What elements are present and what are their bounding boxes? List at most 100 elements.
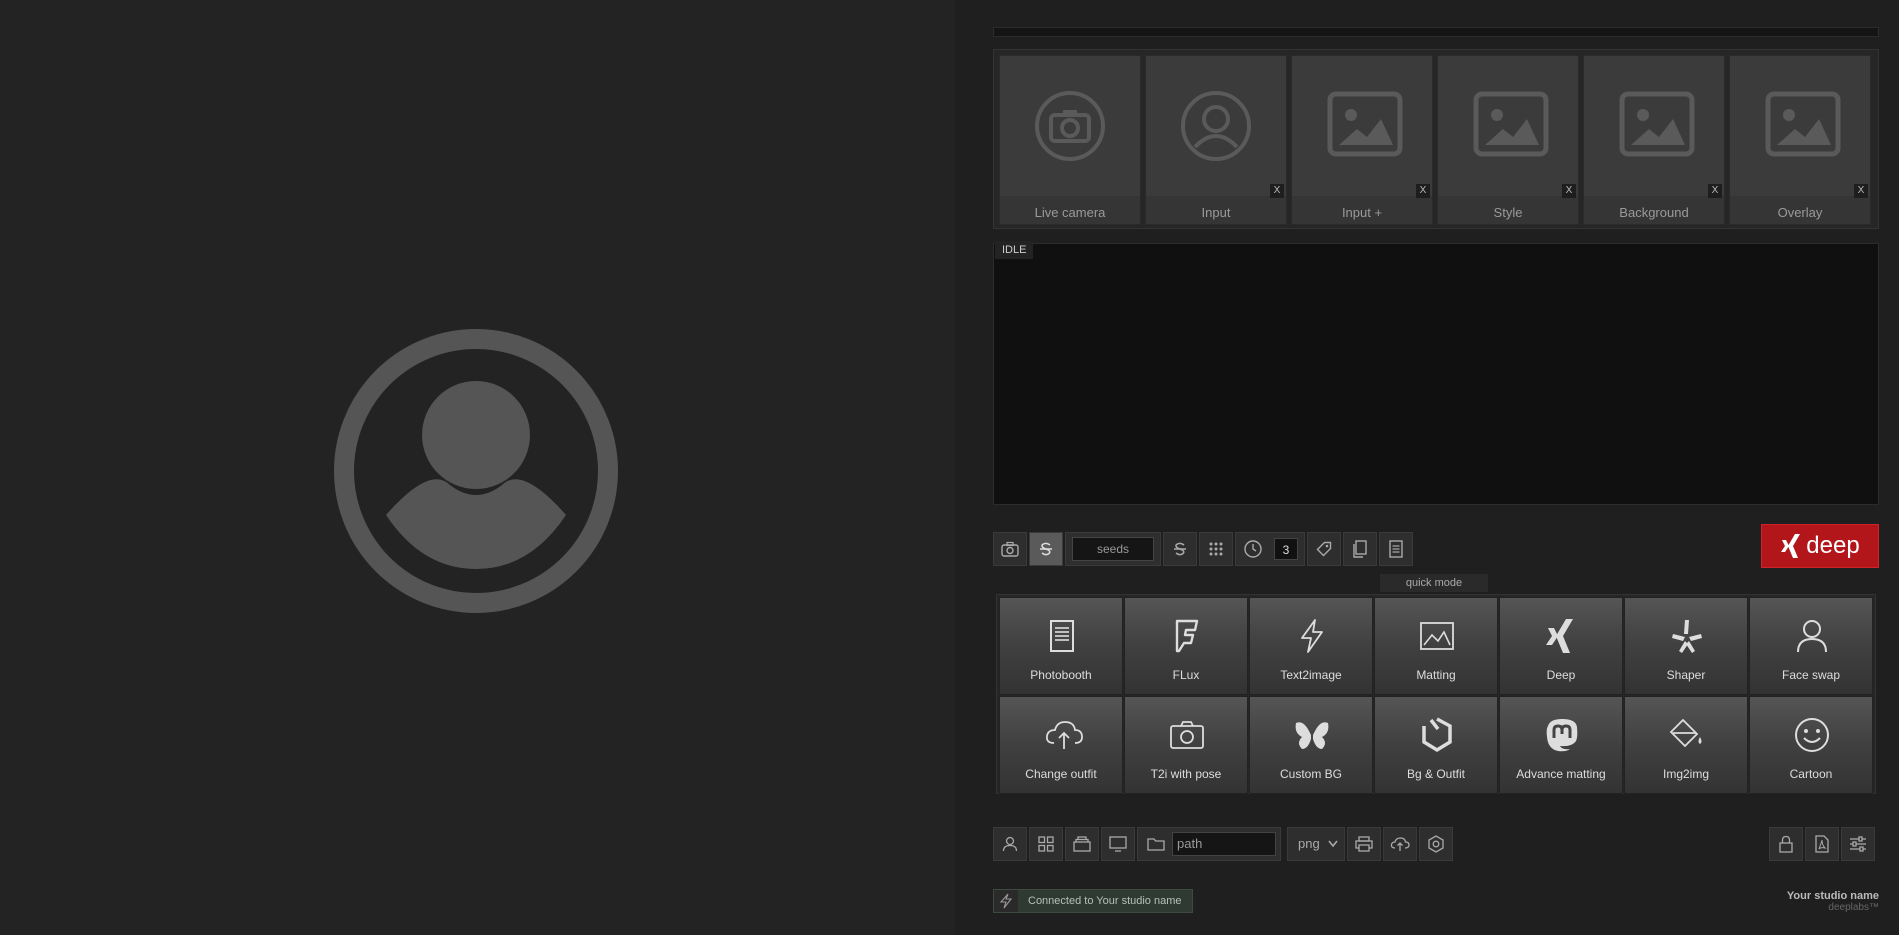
source-input-plus[interactable]: X Input + <box>1291 55 1433 225</box>
cloud-upload-button[interactable] <box>1383 827 1417 861</box>
mode-label: Matting <box>1416 668 1456 682</box>
mode-matting[interactable]: Matting <box>1374 597 1498 695</box>
mode-label: Deep <box>1546 668 1576 682</box>
source-strip: Live camera X Input X Input + X Style X … <box>993 49 1879 229</box>
lock-button[interactable] <box>1769 827 1803 861</box>
status-badge: IDLE <box>995 241 1034 259</box>
xing-icon <box>1546 619 1573 653</box>
pdf-icon <box>1815 835 1829 853</box>
remove-source-button[interactable]: X <box>1708 184 1722 198</box>
source-label: Input <box>1201 205 1231 220</box>
notes-button[interactable] <box>1379 532 1413 566</box>
mode-grid: Photobooth FLux Text2image Matting Deep … <box>996 594 1876 794</box>
foursquare-icon <box>1175 619 1199 653</box>
mode-photobooth[interactable]: Photobooth <box>999 597 1123 695</box>
xing-icon <box>1781 534 1801 558</box>
gallery-button[interactable] <box>1029 827 1063 861</box>
pdf-button[interactable] <box>1805 827 1839 861</box>
remove-source-button[interactable]: X <box>1854 184 1868 198</box>
mode-bg-and-outfit[interactable]: Bg & Outfit <box>1374 696 1498 794</box>
lightning-icon <box>1301 619 1323 653</box>
grid-button[interactable] <box>1199 532 1233 566</box>
mode-text2image[interactable]: Text2image <box>1249 597 1373 695</box>
cloud-upload-icon <box>1045 721 1083 749</box>
remove-source-button[interactable]: X <box>1270 184 1284 198</box>
source-overlay[interactable]: X Overlay <box>1729 55 1871 225</box>
chevron-down-icon <box>1328 840 1338 848</box>
print-button[interactable] <box>1347 827 1381 861</box>
mode-label: Text2image <box>1280 668 1342 682</box>
mode-advance-matting[interactable]: Advance matting <box>1499 696 1623 794</box>
hexagon-logo-icon <box>1422 717 1452 753</box>
image-icon <box>1327 91 1403 157</box>
person-icon <box>1797 620 1827 653</box>
mode-label: Advance matting <box>1516 767 1606 781</box>
strikethrough-s-icon <box>1040 542 1052 556</box>
hexagon-settings-icon <box>1428 835 1444 853</box>
tag-button[interactable] <box>1307 532 1341 566</box>
mode-cartoon[interactable]: Cartoon <box>1749 696 1873 794</box>
deep-button-label: deep <box>1806 532 1860 559</box>
mode-flux[interactable]: FLux <box>1124 597 1248 695</box>
image-icon <box>1765 91 1841 157</box>
mode-label: Change outfit <box>1025 767 1097 781</box>
mode-shaper[interactable]: Shaper <box>1624 597 1748 695</box>
layers-button[interactable] <box>1065 827 1099 861</box>
mode-label: Custom BG <box>1279 767 1342 781</box>
format-value: png <box>1298 836 1320 851</box>
cloud-upload-icon <box>1390 837 1410 851</box>
source-style[interactable]: X Style <box>1437 55 1579 225</box>
remove-source-button[interactable]: X <box>1562 184 1576 198</box>
brand-name: deeplabs™ <box>1828 902 1879 913</box>
lock-icon <box>1779 835 1793 853</box>
seeds-field-wrap: seeds <box>1065 532 1161 566</box>
source-label: Background <box>1619 205 1689 220</box>
document-icon <box>1389 540 1403 558</box>
grid-icon <box>1038 836 1054 852</box>
source-background[interactable]: X Background <box>1583 55 1725 225</box>
output-preview <box>993 243 1879 505</box>
yelp-icon <box>1672 620 1702 653</box>
top-progress-bar <box>993 27 1879 37</box>
source-label: Style <box>1493 205 1523 220</box>
path-input[interactable]: path <box>1172 832 1276 856</box>
remove-source-button[interactable]: X <box>1416 184 1430 198</box>
timer-count-input[interactable]: 3 <box>1274 538 1298 560</box>
mode-label: T2i with pose <box>1150 767 1222 781</box>
printer-icon <box>1355 836 1373 852</box>
copy-button[interactable] <box>1343 532 1377 566</box>
mode-change-outfit[interactable]: Change outfit <box>999 696 1123 794</box>
seeds-input[interactable]: seeds <box>1072 537 1154 561</box>
deep-generate-button[interactable]: deep <box>1761 524 1879 568</box>
source-label: Live camera <box>1034 205 1106 220</box>
quick-mode-label: quick mode <box>1380 574 1488 592</box>
mastodon-icon <box>1546 719 1578 752</box>
studio-info: Your studio name deeplabs™ <box>1787 890 1879 913</box>
clear-seeds-button[interactable] <box>1163 532 1197 566</box>
settings-hex-button[interactable] <box>1419 827 1453 861</box>
display-button[interactable] <box>1101 827 1135 861</box>
paint-bucket-icon <box>1669 718 1702 748</box>
image-frame-icon <box>1420 622 1454 650</box>
seed-lock-toggle[interactable] <box>1029 532 1063 566</box>
user-circle-icon <box>1181 91 1251 161</box>
image-icon <box>1473 91 1549 157</box>
sliders-button[interactable] <box>1841 827 1875 861</box>
folder-icon[interactable] <box>1147 836 1165 852</box>
user-button[interactable] <box>993 827 1027 861</box>
snapshot-button[interactable] <box>993 532 1027 566</box>
mode-t2i-with-pose[interactable]: T2i with pose <box>1124 696 1248 794</box>
format-select[interactable]: png <box>1287 827 1345 861</box>
mode-face-swap[interactable]: Face swap <box>1749 597 1873 695</box>
timer-control: 3 <box>1235 532 1305 566</box>
source-input[interactable]: X Input <box>1145 55 1287 225</box>
connection-text: Connected to Your studio name <box>1028 895 1182 907</box>
butterfly-icon <box>1295 722 1329 749</box>
dots-grid-icon <box>1209 542 1223 556</box>
document-icon <box>1050 620 1074 652</box>
mode-custom-bg[interactable]: Custom BG <box>1249 696 1373 794</box>
mode-deep[interactable]: Deep <box>1499 597 1623 695</box>
mode-img2img[interactable]: Img2img <box>1624 696 1748 794</box>
source-live-camera[interactable]: Live camera <box>999 55 1141 225</box>
clock-icon[interactable] <box>1243 539 1263 559</box>
